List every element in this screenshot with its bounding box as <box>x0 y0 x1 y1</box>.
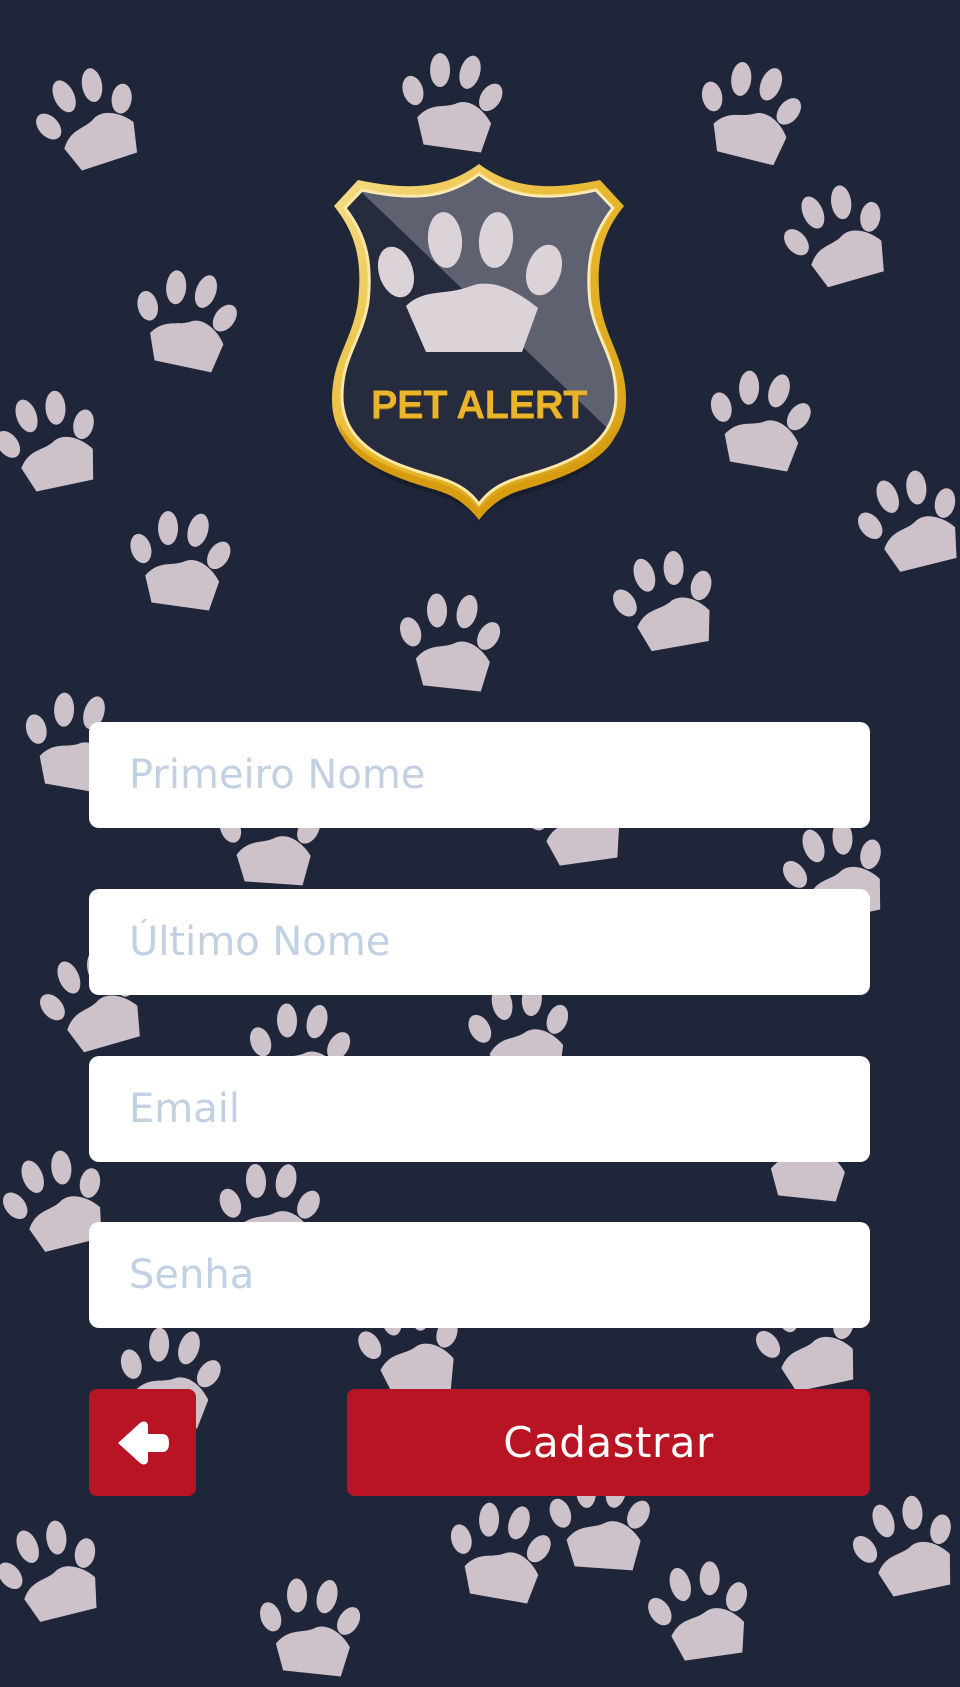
paw-print-icon <box>839 1479 960 1612</box>
app-title: PET ALERT <box>370 383 588 427</box>
police-badge-icon <box>332 164 626 522</box>
paw-print-icon <box>17 47 158 188</box>
paw-print-icon <box>695 353 825 483</box>
paw-print-icon <box>767 166 906 305</box>
paw-print-icon <box>0 374 114 507</box>
last-name-input[interactable] <box>89 889 870 995</box>
paw-print-icon <box>248 1563 371 1686</box>
first-name-input[interactable] <box>89 722 870 828</box>
paw-print-icon <box>682 42 818 178</box>
paw-print-icon <box>120 252 253 385</box>
password-input[interactable] <box>89 1222 870 1328</box>
paw-print-icon <box>637 1547 763 1673</box>
paw-print-icon <box>0 1502 118 1638</box>
paw-print-icon <box>842 452 960 588</box>
back-button[interactable] <box>89 1389 196 1496</box>
arrow-left-icon <box>117 1421 169 1464</box>
email-input[interactable] <box>89 1056 870 1162</box>
pet-alert-logo: PET ALERT <box>328 160 630 560</box>
paw-print-icon <box>388 578 511 701</box>
paw-print-icon <box>389 37 515 163</box>
register-button[interactable]: Cadastrar <box>347 1389 870 1496</box>
paw-print-icon <box>117 495 243 621</box>
